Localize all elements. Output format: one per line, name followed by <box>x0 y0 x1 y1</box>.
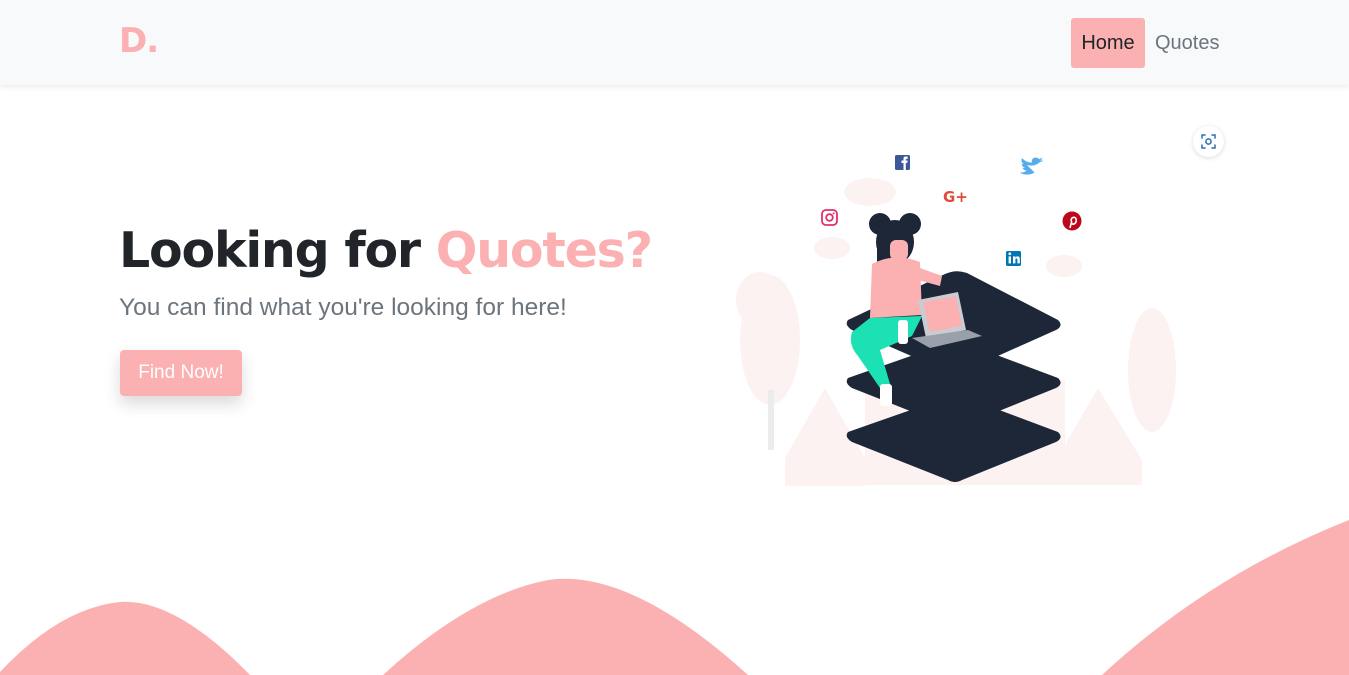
hero-title-prefix: Looking for <box>119 222 421 279</box>
nav-link-home[interactable]: Home <box>1071 18 1145 68</box>
find-now-button[interactable]: Find Now! <box>120 350 242 396</box>
hero-subtitle: You can find what you're looking for her… <box>119 294 567 321</box>
hero-illustration: G+ <box>736 155 1176 486</box>
decorative-waves <box>0 520 1349 675</box>
twitter-icon <box>1019 157 1043 175</box>
svg-text:G+: G+ <box>943 188 968 206</box>
linkedin-icon <box>1006 251 1021 266</box>
brand-logo[interactable]: D. <box>119 21 159 61</box>
instagram-icon <box>821 209 838 226</box>
nav-link-quotes[interactable]: Quotes <box>1155 18 1219 68</box>
facebook-icon <box>895 155 910 170</box>
navbar: D. Home Quotes <box>0 0 1349 85</box>
hero-title-accent: Quotes? <box>435 222 653 279</box>
pinterest-icon <box>1062 211 1082 231</box>
hero-title: Looking for Quotes? <box>119 222 653 279</box>
google-plus-icon: G+ <box>943 188 968 206</box>
